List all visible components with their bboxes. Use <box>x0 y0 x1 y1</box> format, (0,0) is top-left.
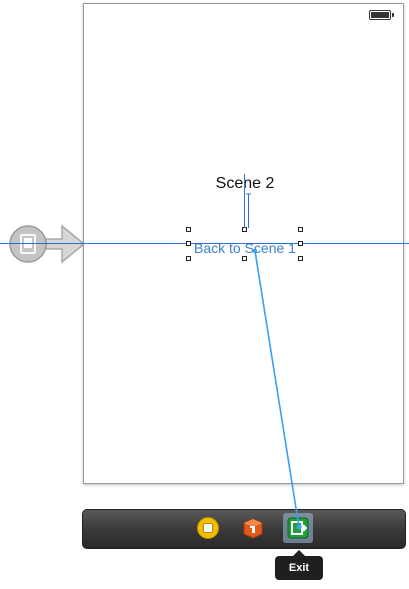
scene-title-label[interactable]: Scene 2 <box>204 175 286 193</box>
resize-handle[interactable] <box>186 256 191 261</box>
exit-item[interactable] <box>283 513 313 543</box>
scene-dock <box>82 509 406 549</box>
storyboard-canvas: Scene 2 Back to Scene 1 Exit <box>0 0 409 589</box>
resize-handle[interactable] <box>242 227 247 232</box>
exit-tooltip: Exit <box>275 550 323 580</box>
resize-handle[interactable] <box>186 241 191 246</box>
resize-handle[interactable] <box>298 227 303 232</box>
alignment-guide <box>0 243 409 244</box>
resize-handle[interactable] <box>298 256 303 261</box>
resize-handle[interactable] <box>186 227 191 232</box>
segue-icon[interactable] <box>8 224 48 264</box>
exit-icon <box>287 517 309 539</box>
first-responder-icon[interactable] <box>241 516 265 540</box>
view-controller-icon[interactable] <box>196 516 220 540</box>
battery-icon <box>369 10 394 20</box>
resize-handle[interactable] <box>242 256 247 261</box>
resize-handle[interactable] <box>298 241 303 246</box>
